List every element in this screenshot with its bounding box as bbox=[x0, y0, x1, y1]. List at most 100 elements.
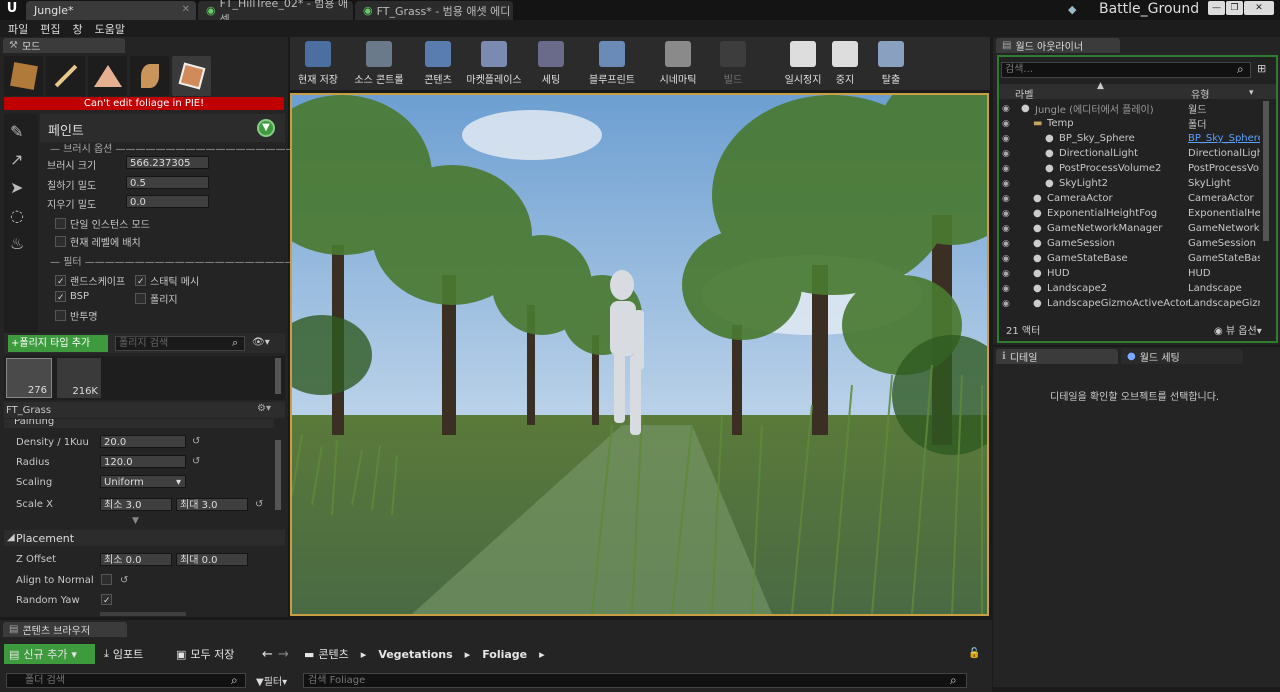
reset-icon[interactable]: ↺ bbox=[120, 575, 128, 586]
outliner-row[interactable]: ◉ ● GameSession GameSession bbox=[999, 236, 1261, 251]
add-foliage-type-button[interactable]: +폴리지 타입 추가 bbox=[8, 335, 108, 352]
filter-foliage[interactable]: 폴리지 bbox=[135, 291, 178, 306]
visibility-eye-icon[interactable]: ◉ bbox=[1002, 119, 1014, 129]
static-mesh-checkbox[interactable] bbox=[135, 275, 146, 286]
filter-translucent[interactable]: 반투명 bbox=[55, 308, 98, 323]
toolbar-stop-button[interactable]: 중지 bbox=[830, 37, 860, 89]
tab-content-browser[interactable]: ▤ 콘텐츠 브라우저 bbox=[3, 622, 127, 637]
outliner-row[interactable]: ◉ ● GameStateBase GameStateBase bbox=[999, 251, 1261, 266]
save-all-button[interactable]: ▣ 모두 저장 bbox=[176, 644, 234, 664]
maximize-button[interactable]: ❐ bbox=[1226, 1, 1243, 15]
place-mode-button[interactable] bbox=[4, 56, 43, 96]
toolbar-build-button[interactable]: 빌드 bbox=[718, 37, 748, 89]
visibility-eye-icon[interactable]: ◉ bbox=[1002, 164, 1014, 174]
breadcrumb-item[interactable]: 콘텐츠 bbox=[318, 646, 348, 662]
density-input[interactable]: 20.0 bbox=[100, 435, 186, 448]
menu-window[interactable]: 창 bbox=[73, 21, 83, 37]
outliner-row[interactable]: ◉ ▬ Temp 폴더 bbox=[999, 116, 1261, 131]
fill-tool-icon[interactable]: ♨ bbox=[10, 234, 24, 253]
outliner-row[interactable]: ◉ ● HUD HUD bbox=[999, 266, 1261, 281]
outliner-row[interactable]: ◉ ● PostProcessVolume2 PostProcessVo bbox=[999, 161, 1261, 176]
thumb-scrollbar[interactable] bbox=[275, 358, 281, 394]
visibility-eye-icon[interactable]: ◉ bbox=[1002, 269, 1014, 279]
single-instance-row[interactable]: 단일 인스턴스 모드 bbox=[55, 216, 150, 231]
reset-icon[interactable]: ↺ bbox=[255, 499, 263, 510]
add-new-button[interactable]: ▤ 신규 추가 ▾ bbox=[4, 644, 95, 664]
asset-search-input[interactable]: 검색 Foliage bbox=[303, 673, 967, 688]
visibility-eye-icon[interactable]: ◉ bbox=[1002, 209, 1014, 219]
toolbar-source-control-button[interactable]: 소스 콘트롤 bbox=[345, 37, 413, 89]
visibility-eye-icon[interactable]: ◉ bbox=[1002, 134, 1014, 144]
reapply-tool-icon[interactable]: ↗ bbox=[10, 150, 23, 169]
toolbar-settings-button[interactable]: 세팅 bbox=[533, 37, 569, 89]
paint-density-input[interactable]: 0.5 bbox=[126, 176, 209, 189]
tab-modes[interactable]: ⚒ 모드 bbox=[3, 38, 125, 53]
paint-mode-button[interactable] bbox=[46, 56, 85, 96]
visibility-eye-icon[interactable]: ◉ bbox=[1002, 224, 1014, 234]
foliage-mode-button[interactable] bbox=[130, 56, 169, 96]
column-label[interactable]: 라벨 bbox=[1015, 86, 1033, 101]
filter-landscape[interactable]: 랜드스케이프 bbox=[55, 273, 125, 288]
zoffset-min-input[interactable]: 최소 0.0 bbox=[100, 553, 172, 566]
outliner-row[interactable]: ◉ ● Landscape2 Landscape bbox=[999, 281, 1261, 296]
foliage-thumb-2[interactable]: 216K bbox=[57, 358, 101, 398]
outliner-row[interactable]: ◉ ● LandscapeGizmoActiveActor LandscapeGizm bbox=[999, 296, 1261, 311]
forward-button[interactable]: → bbox=[278, 644, 289, 664]
outliner-row-type[interactable]: BP_Sky_Sphere bbox=[1188, 133, 1260, 144]
visibility-eye-icon[interactable]: ◉ bbox=[1002, 284, 1014, 294]
translucent-checkbox[interactable] bbox=[55, 310, 66, 321]
radius-input[interactable]: 120.0 bbox=[100, 455, 186, 468]
current-level-row[interactable]: 현재 레벨에 배치 bbox=[55, 234, 141, 249]
filter-static-mesh[interactable]: 스태틱 메시 bbox=[135, 273, 199, 288]
column-type[interactable]: 유형 bbox=[1191, 86, 1209, 101]
reset-icon[interactable]: ↺ bbox=[192, 436, 200, 447]
breadcrumb-item[interactable]: Vegetations bbox=[378, 648, 452, 661]
outliner-row[interactable]: ◉ ● GameNetworkManager GameNetworkM bbox=[999, 221, 1261, 236]
outliner-row[interactable]: ◉ ● DirectionalLight DirectionalLigh bbox=[999, 146, 1261, 161]
filter-button[interactable]: ▼필터▾ bbox=[256, 673, 287, 688]
visibility-eye-icon[interactable]: ◉ bbox=[1002, 179, 1014, 189]
visibility-eye-icon[interactable]: ◉ bbox=[1002, 299, 1014, 309]
tab-world-settings[interactable]: ● 월드 세팅 bbox=[1121, 349, 1243, 364]
foliage-search-input[interactable]: 폴리지 검색 bbox=[115, 336, 245, 351]
painting-section-header[interactable]: Painting bbox=[4, 419, 274, 428]
view-options-button[interactable]: ◉ 뷰 옵션▾ bbox=[1214, 322, 1262, 337]
add-actor-icon[interactable]: ⊞ bbox=[1257, 62, 1266, 75]
toolbar-cinematic-button[interactable]: 시네마틱 bbox=[652, 37, 704, 89]
tab-jungle[interactable]: Jungle* ✕ bbox=[26, 1, 196, 20]
visibility-eye-icon[interactable]: ◉ bbox=[1002, 239, 1014, 249]
tab-details[interactable]: ℹ 디테일 bbox=[996, 349, 1118, 364]
erase-density-input[interactable]: 0.0 bbox=[126, 195, 209, 208]
lasso-tool-icon[interactable]: ◌ bbox=[10, 206, 24, 225]
toolbar-save-button[interactable]: 현재 저장 bbox=[294, 37, 342, 89]
select-tool-icon[interactable]: ➤ bbox=[10, 178, 23, 197]
scaling-dropdown[interactable]: Uniform ▾ bbox=[100, 475, 186, 488]
single-instance-checkbox[interactable] bbox=[55, 218, 66, 229]
visibility-eye-icon[interactable]: ◉ bbox=[1002, 194, 1014, 204]
random-yaw-checkbox[interactable] bbox=[101, 594, 112, 605]
expand-icon[interactable]: ▼ bbox=[132, 516, 139, 526]
foliage-checkbox[interactable] bbox=[135, 293, 146, 304]
tab-world-outliner[interactable]: ▤ 월드 아웃라이너 bbox=[996, 38, 1120, 53]
scalex-max-input[interactable]: 최대 3.0 bbox=[176, 498, 248, 511]
zoffset-max-input[interactable]: 최대 0.0 bbox=[176, 553, 248, 566]
tab-grass[interactable]: ◉ FT_Grass* - 범용 애셋 에디 bbox=[355, 1, 513, 20]
breadcrumb-item[interactable]: Foliage bbox=[482, 648, 527, 661]
menu-file[interactable]: 파일 bbox=[8, 21, 28, 37]
scalex-min-input[interactable]: 최소 3.0 bbox=[100, 498, 172, 511]
visibility-eye-icon[interactable]: ◉ bbox=[1002, 104, 1014, 114]
geometry-mode-button[interactable] bbox=[172, 56, 211, 96]
minimize-button[interactable]: — bbox=[1208, 1, 1225, 15]
visibility-eye-icon[interactable]: ◉ bbox=[1002, 254, 1014, 264]
bsp-checkbox[interactable] bbox=[55, 291, 66, 302]
paint-tool-icon[interactable]: ✎ bbox=[10, 122, 23, 141]
foliage-thumb-1[interactable]: 276 bbox=[6, 358, 52, 398]
toolbar-eject-button[interactable]: 탈출 bbox=[873, 37, 909, 89]
outliner-search-input[interactable]: 검색... bbox=[1001, 62, 1251, 78]
placement-section-header[interactable]: ◢ Placement bbox=[4, 530, 285, 546]
details-scrollbar[interactable] bbox=[275, 440, 281, 510]
import-button[interactable]: ⤓ 임포트 bbox=[104, 644, 143, 664]
outliner-row[interactable]: ◉ ● SkyLight2 SkyLight bbox=[999, 176, 1261, 191]
settings-icon[interactable]: ⚙▾ bbox=[257, 403, 271, 414]
landscape-mode-button[interactable] bbox=[88, 56, 127, 96]
